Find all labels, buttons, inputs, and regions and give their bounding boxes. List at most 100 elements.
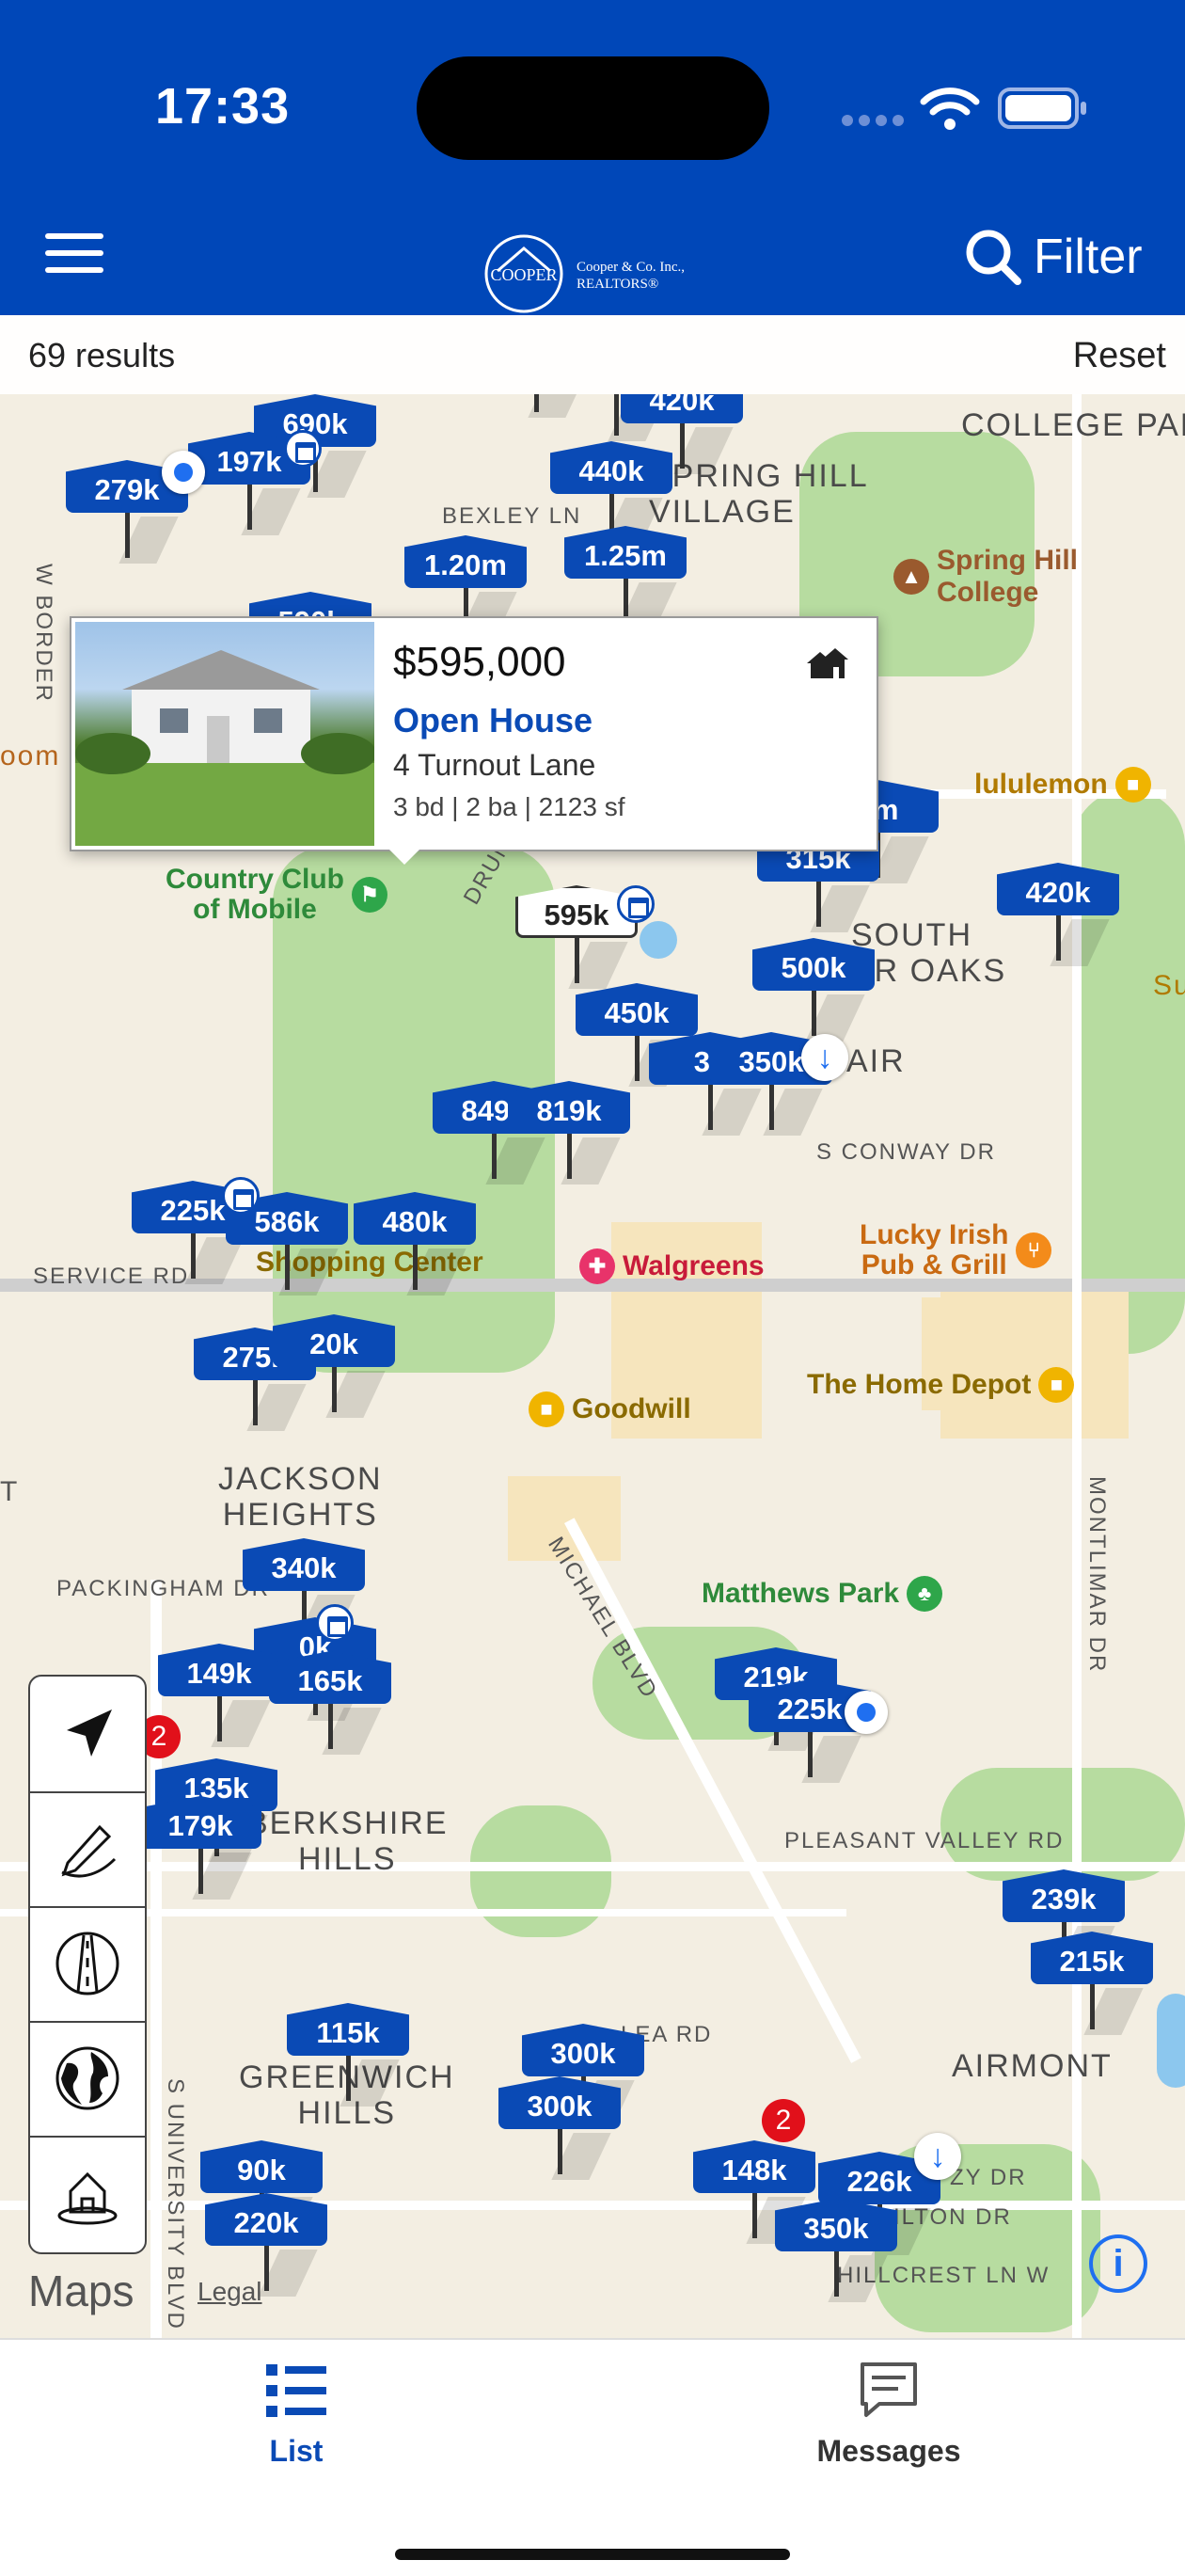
listing-price: $595,000 [393, 639, 566, 685]
menu-button[interactable] [45, 233, 107, 273]
price-pin-label: 300k [498, 2076, 621, 2129]
results-count: 69 results [28, 336, 176, 374]
street-label: W BORDER [31, 564, 56, 703]
pin-stick [253, 1380, 258, 1425]
price-pin[interactable]: 480k [354, 1192, 476, 1296]
road-icon [55, 1932, 119, 1996]
price-pin-label: 420k [997, 863, 1119, 915]
pin-stick [567, 1134, 572, 1179]
street-label: S UNIVERSITY BLVD [163, 2078, 188, 2330]
tab-messages[interactable]: Messages [748, 2361, 1030, 2469]
dynamic-island [417, 56, 769, 160]
pin-stick [413, 1245, 418, 1290]
price-pin[interactable]: 300k [498, 2076, 621, 2180]
price-pin[interactable]: 179k [139, 1796, 261, 1900]
price-pin-label: 300k [522, 2024, 644, 2076]
price-pin-label: 90k [200, 2140, 323, 2193]
price-pin[interactable]: 350k [775, 2199, 897, 2302]
brand-logo: COOPER Cooper & Co. Inc., REALTORS® [484, 233, 701, 314]
pin-stick [125, 513, 130, 558]
legal-link[interactable]: Legal [198, 2277, 262, 2307]
street-label: ZY DR [950, 2165, 1027, 2190]
info-button[interactable]: i [1089, 2234, 1147, 2293]
price-pin-label: 420k [621, 394, 743, 423]
commute-button[interactable] [30, 1906, 145, 2023]
pin-stick [816, 882, 821, 927]
map-view[interactable]: COLLEGE PARK SPRING HILL VILLAGE BEXLEY … [0, 394, 1185, 2338]
price-pin[interactable]: 1.25m [564, 526, 687, 629]
golf-icon: ⚑ [351, 877, 387, 913]
area-label: oom [0, 740, 61, 771]
pin-stick [614, 394, 619, 436]
price-pin-label: 220k [205, 2193, 327, 2246]
pin-stick [217, 1696, 222, 1741]
pond [640, 921, 677, 959]
graduation-cap-icon: ▲ [893, 559, 929, 595]
street-label: S CONWAY DR [816, 1139, 996, 1165]
pin-stick [332, 1367, 337, 1412]
cluster-badge[interactable]: 2 [762, 2099, 805, 2142]
poi-goodwill[interactable]: ■ Goodwill [529, 1391, 691, 1427]
price-pin-label: 215k [1031, 1932, 1153, 1984]
pin-stick [191, 1233, 196, 1279]
poi-label: The Home Depot [807, 1369, 1032, 1400]
filter-button[interactable]: Filter [964, 224, 1143, 290]
price-pin[interactable]: 20k [273, 1314, 395, 1418]
price-pin-label: 165k [269, 1651, 391, 1704]
fork-knife-icon: ⑂ [1016, 1232, 1052, 1268]
map-tools [28, 1675, 147, 2254]
map-type-button[interactable] [30, 2021, 145, 2138]
price-pin[interactable]: 215k [1031, 1932, 1153, 2035]
poi-home-depot[interactable]: The Home Depot ■ [807, 1367, 1075, 1403]
open-house-calendar-icon [617, 885, 655, 923]
list-icon [266, 2364, 326, 2417]
poi-lucky-irish[interactable]: Lucky Irish Pub & Grill ⑂ [860, 1220, 1052, 1280]
pin-stick [198, 1849, 203, 1894]
area-label: COLLEGE PARK [961, 407, 1185, 443]
shopping-bag-icon: ■ [1114, 767, 1151, 803]
nearby-homes-button[interactable] [30, 2136, 145, 2250]
price-pin[interactable]: 165k [269, 1651, 391, 1755]
globe-icon [55, 2046, 119, 2110]
locate-me-button[interactable] [30, 1677, 145, 1793]
bottom-tab-bar: List Messages [0, 2338, 1185, 2576]
price-pin[interactable]: 819k [508, 1081, 630, 1185]
poi-label: Spring Hill College [937, 545, 1078, 608]
price-pin-label: 149k [158, 1644, 280, 1696]
price-pin-label: 450k [576, 983, 698, 1036]
home-indicator [395, 2549, 790, 2560]
price-pin-label: 20k [273, 1314, 395, 1367]
price-pin-label: 340k [243, 1538, 365, 1591]
price-pin[interactable]: 420k [997, 863, 1119, 966]
street-label: PLEASANT VALLEY RD [784, 1828, 1065, 1853]
reset-button[interactable]: Reset [1073, 336, 1166, 376]
message-icon [861, 2362, 917, 2417]
price-pin[interactable]: 500k [752, 938, 875, 1042]
pencil-icon [61, 1824, 117, 1878]
shopping-bag-icon: ■ [529, 1391, 564, 1427]
price-pin-label: 480k [354, 1192, 476, 1245]
house-map-icon [57, 2171, 118, 2225]
draw-area-button[interactable] [30, 1791, 145, 1908]
pin-stick [769, 1085, 774, 1130]
poi-matthews-park[interactable]: Matthews Park ♣ [702, 1576, 943, 1612]
pin-stick [247, 485, 252, 530]
listing-popup[interactable]: $595,000 Open House 4 Turnout Lane 3 bd … [70, 616, 878, 865]
pin-stick [558, 2129, 562, 2174]
poi-spring-hill-college[interactable]: ▲ Spring Hill College [893, 545, 1078, 609]
listing-photo[interactable] [75, 622, 376, 846]
shopping-bag-icon: ■ [1038, 1367, 1075, 1403]
park-area [470, 1805, 611, 1937]
poi-country-club[interactable]: Country Club of Mobile ⚑ [166, 865, 387, 925]
poi-label: lululemon [974, 769, 1108, 800]
app-header: 17:33 COOPER Cooper & Co. Inc., REALTORS… [0, 0, 1185, 315]
poi-walgreens[interactable]: ✚ Walgreens [579, 1248, 765, 1284]
price-pin[interactable]: 115k [287, 2003, 409, 2107]
pond [1157, 1994, 1185, 2088]
wifi-icon [920, 87, 980, 135]
listing-details: 3 bd | 2 ba | 2123 sf [393, 792, 625, 821]
poi-lululemon[interactable]: lululemon ■ [974, 767, 1151, 803]
poi-label: Walgreens [623, 1250, 765, 1281]
tab-list[interactable]: List [155, 2361, 437, 2469]
street-label: PACKINGHAM DR [56, 1576, 270, 1601]
